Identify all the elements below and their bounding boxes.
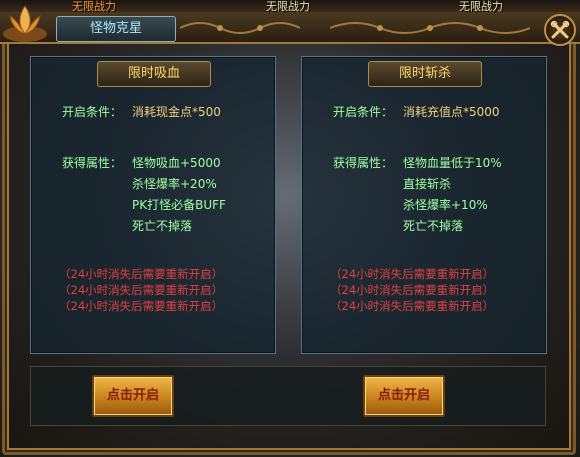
expiry-note: （24小时消失后需要重新开启） (59, 283, 224, 297)
condition-label: 开启条件： (333, 105, 394, 119)
attribute-item: 杀怪爆率+10% (403, 198, 488, 212)
panel-execute: 限时斩杀 开启条件： 消耗充值点*5000 获得属性： 怪物血量低于10% 直接… (301, 56, 547, 354)
panel-title: 限时吸血 (97, 61, 211, 87)
condition-value: 消耗充值点*5000 (403, 105, 500, 119)
attribute-item: PK打怪必备BUFF (132, 198, 226, 212)
attribute-item: 死亡不掉落 (132, 219, 193, 233)
close-button[interactable] (544, 14, 576, 46)
condition-value: 消耗现金点*500 (132, 105, 221, 119)
condition-label: 开启条件： (62, 105, 123, 119)
attribute-label: 获得属性： (333, 156, 394, 170)
header-ornament-left (180, 22, 300, 34)
wrench-close-icon (550, 20, 570, 39)
panel-lifesteal: 限时吸血 开启条件： 消耗现金点*500 获得属性： 怪物吸血+5000 杀怪爆… (30, 56, 276, 354)
attribute-item: 杀怪爆率+20% (132, 177, 217, 191)
expiry-note: （24小时消失后需要重新开启） (330, 267, 495, 281)
expiry-note: （24小时消失后需要重新开启） (59, 299, 224, 313)
expiry-note: （24小时消失后需要重新开启） (59, 267, 224, 281)
attribute-item: 死亡不掉落 (403, 219, 464, 233)
header-ornament-right (330, 22, 530, 34)
activate-lifesteal-button[interactable]: 点击开启 (92, 375, 174, 417)
lotus-icon (3, 5, 47, 42)
attribute-item: 怪物吸血+5000 (132, 156, 221, 170)
window-title: 怪物克星 (56, 16, 176, 42)
panel-title: 限时斩杀 (368, 61, 482, 87)
top-bar: 无限战力 无限战力 无限战力 (0, 0, 580, 13)
expiry-note: （24小时消失后需要重新开启） (330, 299, 495, 313)
attribute-item: 直接斩杀 (403, 177, 452, 191)
activate-execute-button[interactable]: 点击开启 (363, 375, 445, 417)
expiry-note: （24小时消失后需要重新开启） (330, 283, 495, 297)
attribute-label: 获得属性： (62, 156, 123, 170)
attribute-item: 怪物血量低于10% (403, 156, 502, 170)
